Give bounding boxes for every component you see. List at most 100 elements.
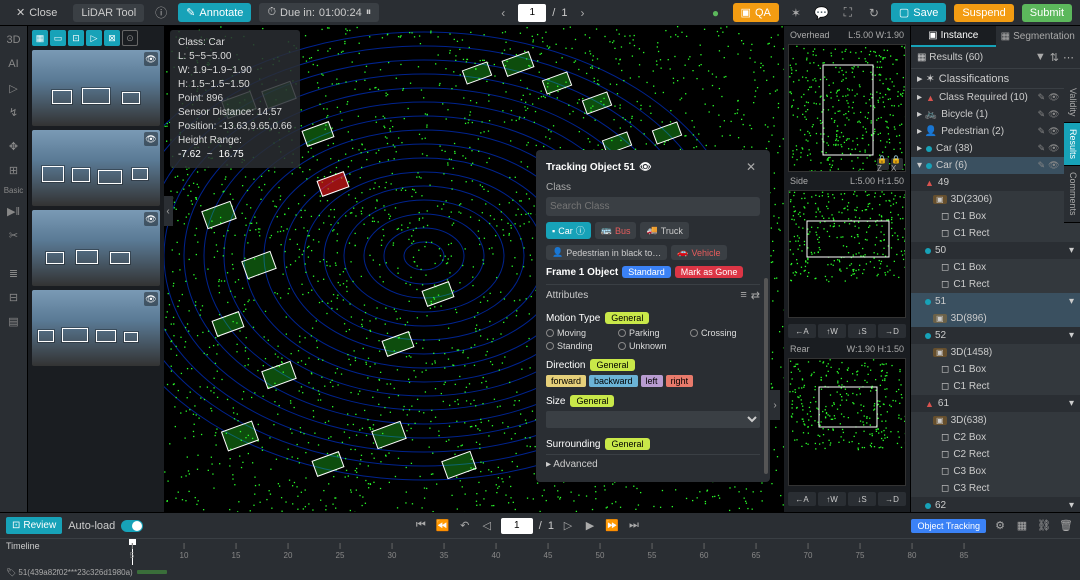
classifications-header[interactable]: ▸ ✶ Classifications [911,69,1080,89]
comment-icon[interactable]: 💬 [813,4,831,22]
radio-parking[interactable]: Parking [618,328,688,338]
tool-3d-icon[interactable]: 3D [4,30,24,50]
chip-vehicle[interactable]: 🚗 Vehicle [671,245,726,260]
obj-51[interactable]: 51▾ [911,293,1080,310]
page-current[interactable]: 1 [518,4,546,22]
rail-results[interactable]: Results [1064,123,1080,166]
camera-thumb-1[interactable]: 👁 [32,50,160,126]
cam-tool-1[interactable]: ▦ [32,30,48,46]
class-search-input[interactable] [546,197,760,216]
group-bicycle[interactable]: ▸ 🚲 Bicycle (1)✎👁🗑 [911,106,1080,123]
cam-tool-3[interactable]: ⊡ [68,30,84,46]
radio-standing[interactable]: Standing [546,341,616,351]
step-fwd-icon[interactable]: ⏩ [604,518,620,534]
tool-ai-icon[interactable]: AI [4,54,24,74]
timeline-grid[interactable]: 510152025303540455055606570758085 [0,539,1080,565]
cam-tool-2[interactable]: ▭ [50,30,66,46]
popup-expand-icon[interactable]: › [770,390,780,420]
submit-button[interactable]: Submit [1022,4,1072,22]
arrow-a[interactable]: ← A [788,324,816,338]
results-sort-icon[interactable]: ⇅ [1050,51,1059,64]
obj-49[interactable]: ▲ 49▾ [911,174,1080,191]
eye-icon[interactable]: 👁 [144,212,158,226]
eye-icon[interactable]: 👁 [1048,160,1059,171]
chip-truck[interactable]: 🚚 Truck [640,222,688,239]
group-class-required[interactable]: ▸ ▲ Class Required (10)✎👁🗑 [911,89,1080,106]
rail-comments[interactable]: Comments [1064,166,1080,223]
check-icon[interactable]: ● [707,4,725,22]
refresh-icon[interactable]: ↻ [865,4,883,22]
arrow-s2[interactable]: ↓ S [848,492,876,506]
tool-skip-icon[interactable]: ▶‖ [4,201,24,221]
trash-icon[interactable]: 🗑 [1058,518,1074,534]
tool-layers-icon[interactable]: ≣ [4,263,24,283]
link-icon[interactable]: ⛓ [1036,518,1052,534]
tool-tag-icon[interactable]: ⊞ [4,160,24,180]
side-view[interactable] [788,190,906,318]
bug-icon[interactable]: ✶ [787,4,805,22]
tool-move-icon[interactable]: ✥ [4,136,24,156]
next-frame-icon[interactable]: ▷ [560,518,576,534]
obj-62[interactable]: 62▾ [911,497,1080,512]
eye-icon[interactable]: 👁 [144,292,158,306]
suspend-button[interactable]: Suspend [954,4,1013,22]
edit-icon[interactable]: ✎ [1038,126,1046,137]
eye-icon[interactable]: 👁 [1048,109,1059,120]
obj-61-c2rect[interactable]: ◻ C2 Rect [911,446,1080,463]
frame-input[interactable]: 1 [501,518,533,534]
camera-thumb-3[interactable]: 👁 [32,210,160,286]
expand-icon[interactable]: ▾ [1069,245,1074,256]
dir-forward[interactable]: forward [546,375,586,387]
popup-scrollbar[interactable] [764,278,768,474]
obj-61-3d[interactable]: ▣ 3D(638) [911,412,1080,429]
expand-icon[interactable]: ▾ [1069,296,1074,307]
obj-52-c1rect[interactable]: ◻ C1 Rect [911,378,1080,395]
obj-61-c2box[interactable]: ◻ C2 Box [911,429,1080,446]
chip-bus[interactable]: 🚌 Bus [595,222,637,239]
step-back-icon[interactable]: ↶ [457,518,473,534]
tab-segmentation[interactable]: ▦ Segmentation [996,26,1080,47]
prev-frame-icon[interactable]: ◁ [479,518,495,534]
obj-61-c3box[interactable]: ◻ C3 Box [911,463,1080,480]
lock-z-icon[interactable]: 🔒Z [877,158,889,170]
obj-49-3d[interactable]: ▣ 3D(2306) [911,191,1080,208]
obj-61-c3rect[interactable]: ◻ C3 Rect [911,480,1080,497]
overhead-view[interactable]: 🔒Z🔒X [788,44,906,172]
eye-icon[interactable]: 👁 [1048,92,1059,103]
autoload-toggle[interactable] [121,520,143,532]
obj-52[interactable]: 52▾ [911,327,1080,344]
expand-icon[interactable]: ▾ [1069,500,1074,511]
close-icon[interactable]: ✕ [742,158,760,176]
eye-icon[interactable]: 👁 [144,52,158,66]
attr-sliders-icon[interactable]: ≡ [740,289,746,302]
save-button[interactable]: ▢ Save [891,3,946,22]
prev-page-icon[interactable]: ‹ [494,4,512,22]
track-strip[interactable] [137,570,167,574]
lock-x-icon[interactable]: 🔒X [891,158,903,170]
camera-thumb-2[interactable]: 👁 [32,130,160,206]
obj-52-3d[interactable]: ▣ 3D(1458) [911,344,1080,361]
info-icon[interactable]: ⓘ [152,4,170,22]
next-page-icon[interactable]: › [573,4,591,22]
obj-50-c1box[interactable]: ◻ C1 Box [911,259,1080,276]
rear-view[interactable] [788,358,906,486]
eye-icon[interactable]: 👁 [1048,143,1059,154]
edit-icon[interactable]: ✎ [1038,143,1046,154]
arrow-w[interactable]: ↑ W [818,324,846,338]
tab-instance[interactable]: ▣ Instance [911,26,996,47]
group-car38[interactable]: ▸ Car (38)✎👁🗑 [911,140,1080,157]
edit-icon[interactable]: ✎ [1038,160,1046,171]
radio-unknown[interactable]: Unknown [618,341,688,351]
qa-button[interactable]: ▣ QA [733,3,779,22]
radio-moving[interactable]: Moving [546,328,616,338]
obj-51-3d[interactable]: ▣ 3D(896) [911,310,1080,327]
arrow-d2[interactable]: → D [878,492,906,506]
expand-icon[interactable]: ⛶ [839,4,857,22]
edit-icon[interactable]: ✎ [1038,109,1046,120]
obj-50[interactable]: 50▾ [911,242,1080,259]
annotate-button[interactable]: ✎ Annotate [178,3,251,22]
rail-validity[interactable]: Validity [1064,82,1080,123]
close-button[interactable]: ✕ Close [8,3,65,22]
group-car6[interactable]: ▾ Car (6)✎👁🗑 [911,157,1080,174]
size-select[interactable] [546,411,760,428]
